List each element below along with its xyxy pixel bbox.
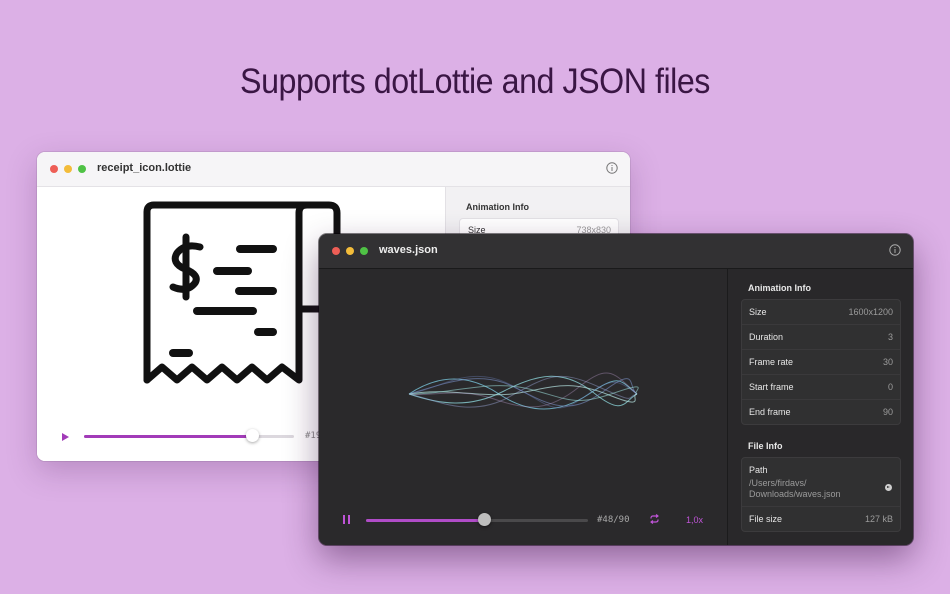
progress-slider[interactable] [84,435,294,438]
title-bar: waves.json [319,234,913,269]
info-label: Size [749,307,767,317]
waves-animation [408,372,639,410]
info-label: End frame [749,407,791,417]
info-row: Frame rate 30 [742,350,900,375]
info-label: Duration [749,332,784,342]
progress-fill [366,519,485,522]
info-row: Size 1600x1200 [742,300,900,325]
animation-info-list: Size 1600x1200 Duration 3 Frame rate 30 … [741,299,901,425]
info-label: Frame rate [749,357,794,367]
minimize-button[interactable] [64,165,72,173]
info-value: 3 [887,332,893,342]
info-circle-icon[interactable] [606,162,618,174]
speed-button[interactable]: 1,0x [686,515,703,525]
file-size-label: File size [749,514,783,524]
play-icon[interactable] [61,432,70,442]
path-value: /Users/firdavs/ Downloads/waves.json [749,478,841,499]
dark-window: waves.json Animation Info Size 1600x1200… [319,234,913,545]
slider-knob[interactable] [477,513,491,526]
info-value: 1600x1200 [848,307,893,317]
info-value: 90 [882,407,893,417]
minimize-button[interactable] [346,247,354,255]
info-sidebar: Animation Info Size 1600x1200 Duration 3… [727,269,913,545]
path-row: Path /Users/firdavs/ Downloads/waves.jso… [742,458,900,507]
file-size-row: File size 127 kB [742,507,900,531]
file-info-header: File Info [748,441,783,451]
window-title: waves.json [379,244,438,256]
animation-info-header: Animation Info [466,202,529,212]
animation-info-header: Animation Info [748,283,811,293]
pause-icon[interactable] [343,515,350,524]
path-label: Path [749,465,768,475]
close-button[interactable] [332,247,340,255]
slider-knob[interactable] [245,429,259,442]
zoom-button[interactable] [78,165,86,173]
info-circle-icon[interactable] [889,244,901,256]
playback-controls: #48/90 1,0x [319,504,727,534]
info-value: 30 [882,357,893,367]
title-bar: receipt_icon.lottie [37,152,630,187]
traffic-lights [332,247,368,255]
progress-fill [84,435,252,438]
info-label: Start frame [749,382,794,392]
reveal-in-finder-icon[interactable] [885,484,892,491]
loop-icon[interactable] [649,514,660,524]
file-size-value: 127 kB [864,514,893,524]
traffic-lights [50,165,86,173]
file-info-list: Path /Users/firdavs/ Downloads/waves.jso… [741,457,901,532]
info-value: 0 [887,382,893,392]
frame-counter: #48/90 [597,515,630,525]
info-row: Duration 3 [742,325,900,350]
info-row: Start frame 0 [742,375,900,400]
headline: Supports dotLottie and JSON files [240,62,710,101]
close-button[interactable] [50,165,58,173]
info-row: End frame 90 [742,400,900,424]
window-title: receipt_icon.lottie [97,162,192,174]
zoom-button[interactable] [360,247,368,255]
